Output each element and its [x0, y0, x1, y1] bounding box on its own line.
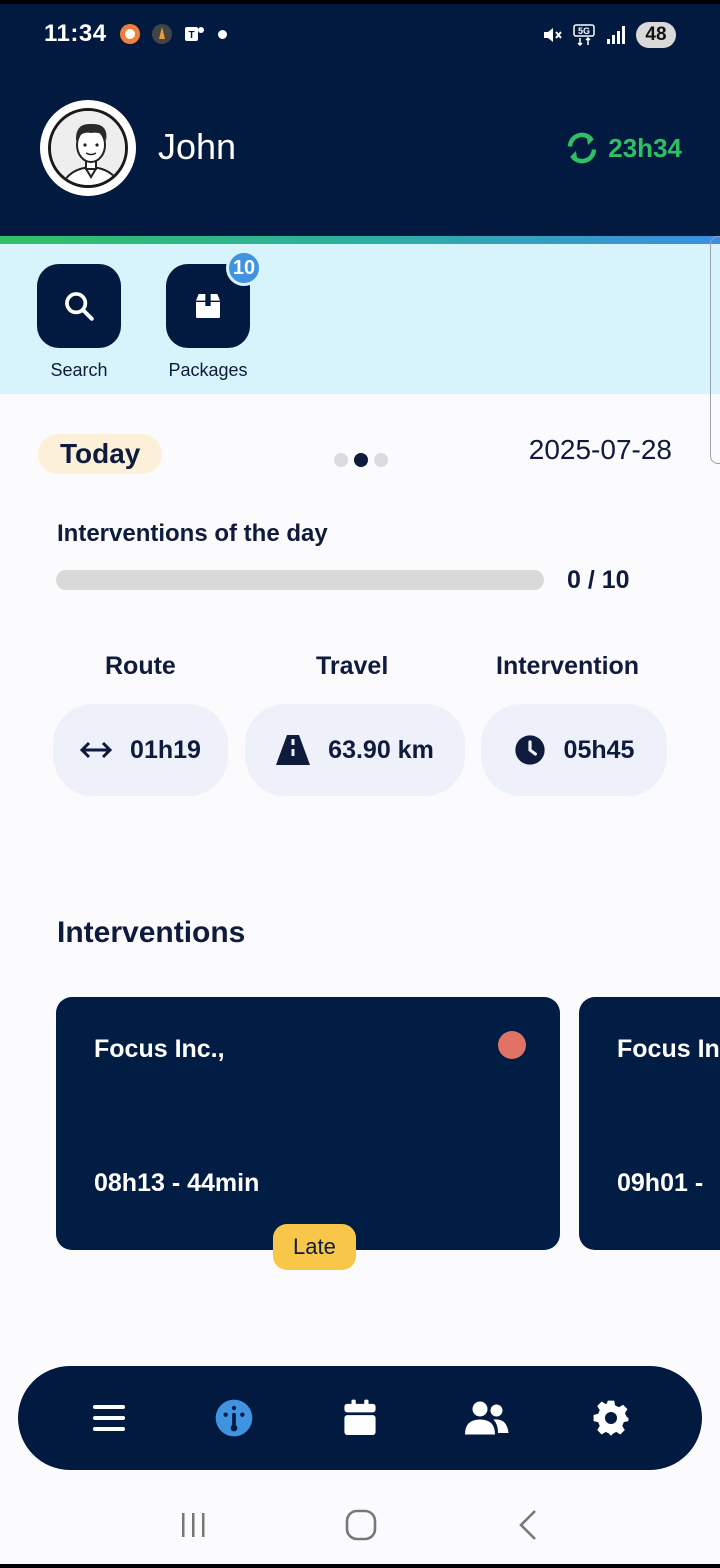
progress-text: 0 / 10 [567, 566, 630, 594]
road-icon [276, 735, 311, 765]
late-badge: Late [273, 1224, 356, 1270]
packages-badge: 10 [226, 250, 262, 286]
packages-action[interactable]: 10 Packages [166, 250, 262, 381]
stat-header-intervention: Intervention [496, 652, 640, 680]
stat-route: 01h19 [53, 704, 228, 796]
stat-route-value: 01h19 [130, 735, 201, 764]
stat-intervention-value: 05h45 [563, 735, 635, 764]
stat-header-route: Route [105, 652, 176, 680]
stat-header-travel: Travel [316, 652, 389, 680]
page-indicator [334, 453, 388, 467]
mute-icon [544, 28, 562, 42]
card-company: Focus In [617, 1035, 720, 1063]
signal-icon [607, 26, 625, 44]
more-notifications-dot [218, 29, 227, 39]
period-selector[interactable]: Today [38, 434, 163, 474]
back-icon[interactable] [513, 1508, 543, 1542]
svg-text:5G: 5G [578, 26, 590, 36]
header-divider [0, 236, 720, 244]
nav-dashboard[interactable] [204, 1388, 264, 1448]
settings-icon [593, 1400, 629, 1436]
app-notification-icon [120, 24, 140, 44]
nav-settings[interactable] [581, 1388, 641, 1448]
system-icons: 5G 48 [540, 22, 676, 48]
clock-icon [514, 735, 545, 765]
recent-apps-icon[interactable] [177, 1509, 209, 1541]
calendar-icon [344, 1399, 376, 1435]
packages-button[interactable]: 10 [166, 250, 262, 348]
app-screen: 11:34 T 5G 48 John 23h34 Search 10 Packa… [0, 0, 720, 1568]
system-navigation-bar [0, 1486, 720, 1564]
status-bar: 11:34 T 5G 48 [0, 4, 720, 68]
quick-actions: Search 10 Packages [0, 244, 720, 394]
box-icon [196, 294, 220, 318]
sync-button[interactable]: 23h34 [564, 130, 682, 166]
search-label: Search [50, 360, 108, 380]
card-time: 09h01 - [617, 1169, 704, 1197]
nav-calendar[interactable] [330, 1388, 390, 1448]
network-5g-icon: 5G [573, 24, 595, 47]
card-time: 08h13 - 44min [94, 1169, 260, 1197]
avatar-image [48, 108, 128, 188]
page-dot [334, 453, 348, 467]
sync-icon [568, 132, 597, 164]
page-dot-active [354, 453, 368, 467]
card-company: Focus Inc., [94, 1035, 225, 1063]
packages-label: Packages [168, 360, 248, 380]
stat-intervention: 05h45 [481, 704, 667, 796]
search-icon [65, 292, 94, 321]
dashboard-icon [216, 1399, 253, 1437]
side-panel-handle[interactable] [710, 236, 720, 464]
avatar[interactable] [40, 100, 136, 196]
notification-icons: T [118, 22, 227, 46]
app-notification-icon [152, 24, 172, 44]
search-action[interactable]: Search [37, 264, 121, 381]
sync-time: 23h34 [608, 132, 682, 163]
intervention-card[interactable]: Focus Inc., 08h13 - 44min [56, 997, 560, 1250]
interventions-section-title: Interventions [57, 916, 246, 949]
interventions-progress-bar [56, 570, 544, 590]
svg-text:T: T [188, 30, 194, 41]
teams-icon: T [185, 27, 204, 41]
battery-indicator: 48 [636, 22, 676, 48]
interventions-of-day-title: Interventions of the day [57, 520, 328, 547]
status-time: 11:34 [44, 20, 107, 47]
home-icon[interactable] [344, 1508, 378, 1542]
nav-team[interactable] [456, 1388, 516, 1448]
intervention-card[interactable]: Focus In 09h01 - [579, 997, 720, 1250]
user-name: John [158, 126, 237, 167]
left-right-arrow-icon [80, 741, 113, 759]
user-portrait-icon [51, 111, 125, 185]
current-date[interactable]: 2025-07-28 [529, 434, 672, 466]
header: 11:34 T 5G 48 John 23h34 [0, 4, 720, 236]
page-dot [374, 453, 388, 467]
status-dot [498, 1031, 526, 1059]
team-icon [464, 1401, 509, 1435]
nav-menu[interactable] [79, 1388, 139, 1448]
stat-travel-value: 63.90 km [328, 735, 434, 764]
search-button[interactable] [37, 264, 121, 348]
stat-travel: 63.90 km [245, 704, 465, 796]
bottom-navigation [18, 1366, 702, 1470]
menu-icon [92, 1405, 125, 1431]
